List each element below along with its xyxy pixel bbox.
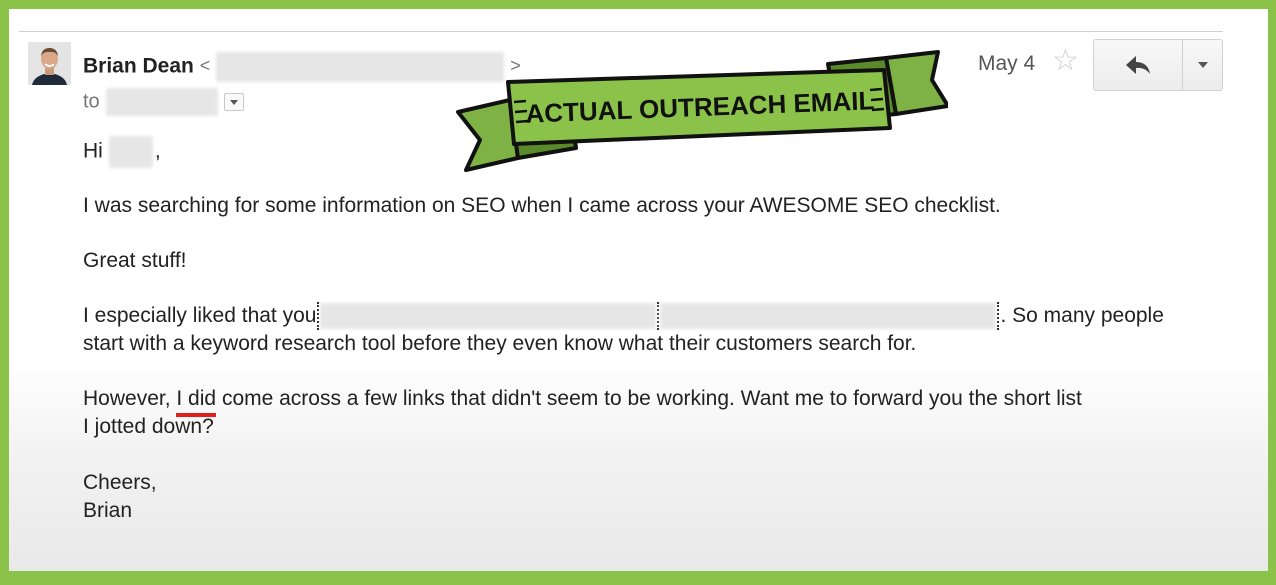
- underlined-phrase: I did: [176, 385, 216, 417]
- p4-rest: come across a few links that didn't seem…: [221, 387, 1082, 410]
- divider: [19, 31, 1223, 32]
- more-options-button[interactable]: [1183, 40, 1222, 90]
- greeting-word: Hi: [83, 139, 103, 163]
- reply-button[interactable]: [1094, 40, 1183, 90]
- paragraph-4-line-1: However, I did come across a few links t…: [83, 385, 1082, 417]
- redaction-marker: [317, 302, 320, 331]
- redacted-recipient-name: [108, 136, 153, 168]
- paragraph-2: Great stuff!: [83, 249, 187, 272]
- paragraph-1: I was searching for some information on …: [83, 194, 1001, 217]
- reply-arrow-icon: [1126, 56, 1150, 74]
- greeting: Hi,: [83, 136, 161, 168]
- star-outline-icon[interactable]: ☆: [1052, 46, 1079, 76]
- signature: Brian: [83, 499, 133, 522]
- signoff: Cheers,: [83, 471, 157, 494]
- email-date: May 4: [978, 52, 1036, 75]
- p3-start: I especially liked that you: [83, 304, 317, 327]
- redaction-marker: [657, 302, 660, 331]
- p4-start: However,: [83, 387, 171, 410]
- sender-name: Brian Dean: [83, 54, 194, 78]
- greeting-comma: ,: [154, 139, 161, 163]
- reply-button-group: [1093, 39, 1223, 91]
- dropdown-caret-icon[interactable]: [223, 93, 244, 111]
- redacted-phrase-1: [320, 303, 657, 330]
- paragraph-4-line-2: I jotted down?: [83, 415, 214, 438]
- redacted-phrase-2: [660, 303, 997, 330]
- avatar[interactable]: [28, 42, 71, 85]
- to-label: to: [83, 90, 100, 113]
- p3-end: . So many people: [1000, 304, 1164, 327]
- chevron-down-icon: [1197, 62, 1208, 68]
- outreach-banner: ACTUAL OUTREACH EMAIL: [456, 50, 948, 172]
- paragraph-3-line-1: I especially liked that you . So many peo…: [83, 302, 1164, 331]
- sender-bracket-open: <: [199, 55, 211, 76]
- paragraph-3-line-2: start with a keyword research tool befor…: [83, 332, 917, 355]
- recipient-line: to: [83, 88, 244, 116]
- redacted-recipient: [105, 88, 218, 116]
